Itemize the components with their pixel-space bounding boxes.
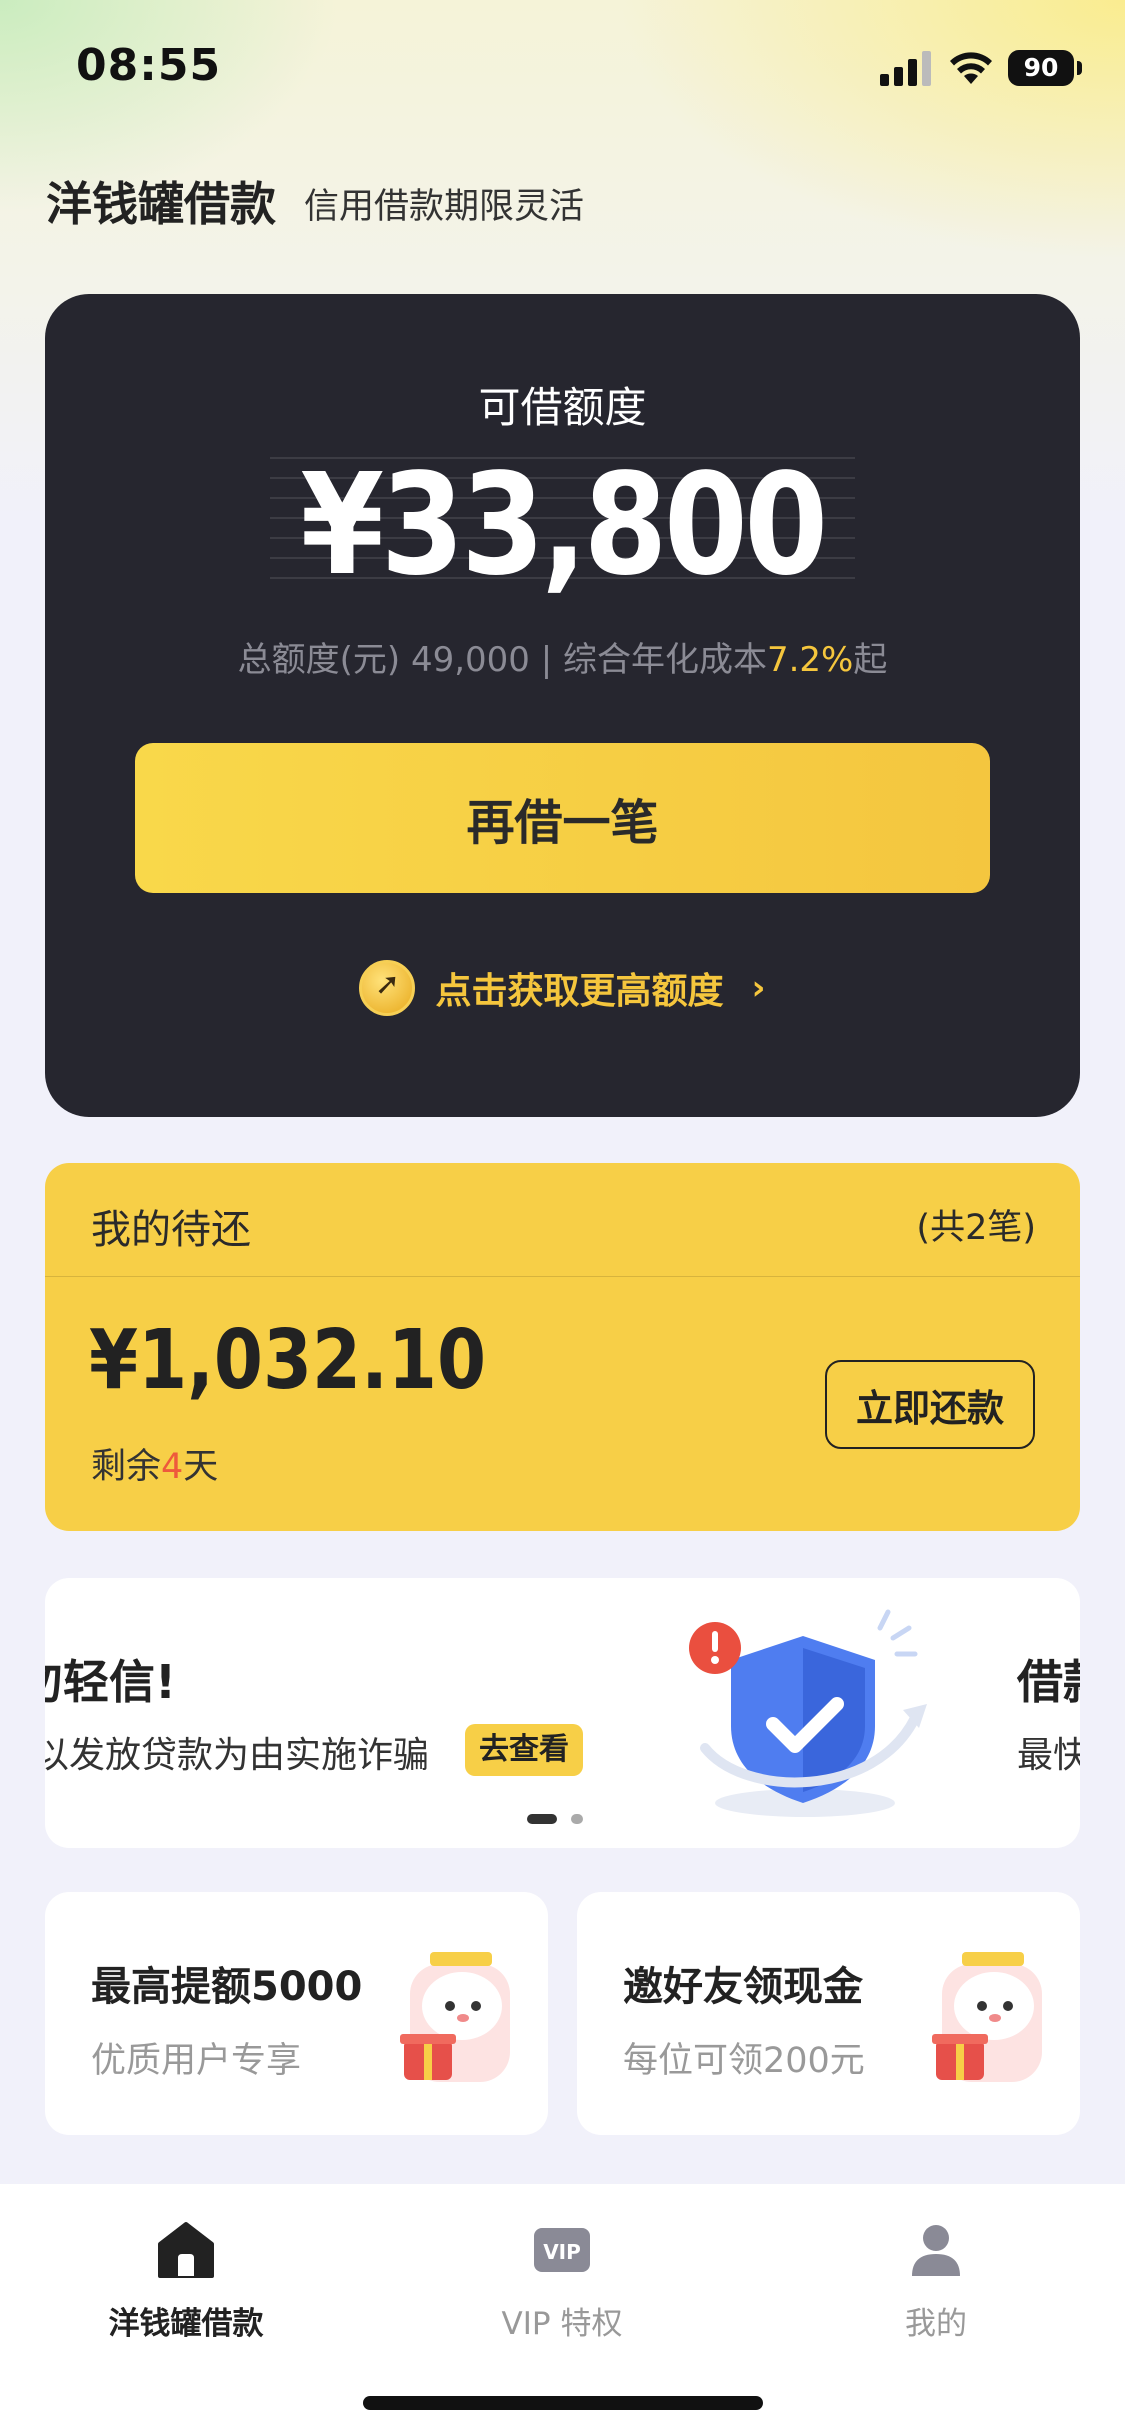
available-credit-label: 可借额度: [478, 383, 647, 432]
app-subtitle: 信用借款期限灵活: [304, 187, 585, 227]
carousel-dot-active: [527, 1814, 557, 1824]
borrow-again-button[interactable]: 再借一笔: [135, 743, 990, 893]
battery-indicator: 90: [1008, 50, 1082, 86]
wifi-icon: [950, 52, 992, 84]
promo-title: 邀好友领现金: [623, 1964, 863, 2010]
cellular-signal-icon: [880, 50, 932, 86]
annual-rate: 7.2%: [766, 640, 854, 680]
promo-card-raise-limit[interactable]: 最高提额5000 优质用户专享: [45, 1892, 548, 2135]
user-icon: [912, 2225, 960, 2276]
promo-title: 最高提额5000: [91, 1964, 363, 2010]
carousel-dot: [571, 1814, 583, 1824]
chevron-right-icon: ›: [751, 968, 766, 1008]
promo-subtitle: 每位可领200元: [623, 2041, 865, 2081]
raise-limit-link[interactable]: 点击获取更高额度 ›: [45, 960, 1080, 1020]
repayment-header: 我的待还 (共2笔): [45, 1163, 1080, 1277]
rate-suffix: 起: [853, 640, 888, 680]
vip-icon: VIP: [534, 2228, 590, 2272]
banner-description: 以发放贷款为由实施诈骗: [45, 1735, 430, 1776]
credit-limit-card: 可借额度 ¥33,800 总额度(元) 49,000 | 综合年化成本7.2%起…: [45, 294, 1080, 1117]
app-title: 洋钱罐借款: [46, 177, 276, 231]
repayment-amount: ¥1,032.10: [89, 1313, 487, 1408]
days-prefix: 剩余: [91, 1447, 162, 1487]
days-remaining: 剩余4天: [91, 1438, 218, 1489]
mascot-gift-icon: [400, 1952, 510, 2082]
banner-view-button[interactable]: 去查看: [465, 1724, 583, 1776]
banner-title: 勿轻信!: [45, 1655, 176, 1709]
promo-card-invite-friends[interactable]: 邀好友领现金 每位可领200元: [577, 1892, 1080, 2135]
svg-text:VIP: VIP: [543, 2240, 581, 2264]
home-icon: [158, 2222, 214, 2278]
next-banner-title: 借款: [1017, 1655, 1080, 1709]
next-banner-description: 最快: [1017, 1735, 1080, 1776]
credit-info-line: 总额度(元) 49,000 | 综合年化成本7.2%起: [45, 632, 1080, 681]
raise-limit-label: 点击获取更高额度: [435, 971, 724, 1012]
days-value: 4: [161, 1447, 184, 1487]
repayment-title: 我的待还: [91, 1207, 251, 1253]
promo-subtitle: 优质用户专享: [91, 2041, 302, 2081]
tab-label: 洋钱罐借款: [108, 2306, 264, 2342]
tab-label: 我的: [905, 2306, 967, 2342]
security-shield-icon: [689, 1609, 927, 1817]
announcement-banner[interactable]: 勿轻信! 以发放贷款为由实施诈骗 去查看 借款 最快: [45, 1578, 1080, 1848]
tab-label: VIP 特权: [501, 2306, 623, 2342]
status-time: 08:55: [76, 40, 222, 91]
mascot-gift-icon: [932, 1952, 1042, 2082]
tab-vip[interactable]: VIP VIP 特权: [442, 2220, 682, 2350]
home-indicator: [363, 2396, 763, 2410]
available-credit-amount: ¥33,800: [300, 444, 828, 607]
repayment-count: (共2笔): [916, 1208, 1036, 1248]
days-suffix: 天: [183, 1447, 219, 1487]
total-credit-text: 总额度(元) 49,000 | 综合年化成本: [237, 640, 767, 680]
tab-profile[interactable]: 我的: [816, 2220, 1056, 2350]
coin-arrow-icon: [359, 960, 416, 1016]
pending-repayment-card[interactable]: 我的待还 (共2笔) ¥1,032.10 剩余4天 立即还款: [45, 1163, 1080, 1531]
tab-home[interactable]: 洋钱罐借款: [66, 2220, 306, 2350]
repay-now-button[interactable]: 立即还款: [825, 1360, 1035, 1449]
